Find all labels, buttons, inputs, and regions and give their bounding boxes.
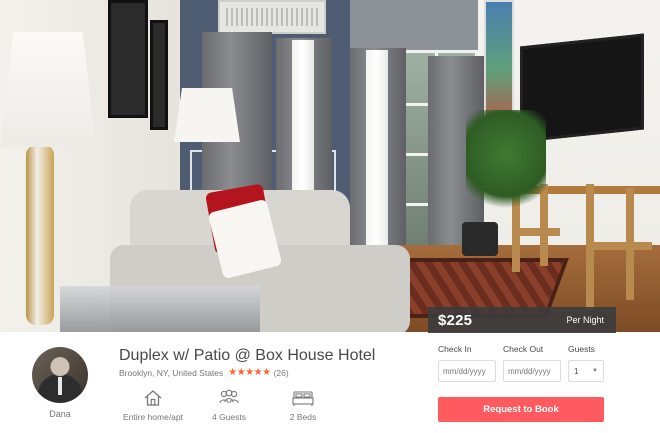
check-out-label: Check Out — [503, 344, 544, 354]
guests-select[interactable]: 1 ▼ — [568, 360, 604, 382]
host-profile[interactable]: Dana — [30, 347, 90, 419]
listing-photo[interactable] — [0, 0, 660, 332]
listing-page: $225 Per Night Dana Duplex w/ Patio @ Bo… — [0, 0, 660, 433]
check-in-label: Check In — [438, 344, 472, 354]
nightly-price: $225 — [438, 311, 473, 329]
listing-meta: Brooklyn, NY, United States ★★★★★ (26) — [119, 367, 289, 378]
guests-value: 1 — [574, 366, 579, 376]
price-banner: $225 Per Night — [428, 307, 616, 333]
listing-location[interactable]: Brooklyn, NY, United States — [119, 368, 223, 378]
amenity-summary: Entire home/apt 4 Guests 2 Beds — [119, 388, 341, 422]
review-count[interactable]: (26) — [274, 368, 289, 378]
check-in-input[interactable] — [438, 360, 496, 382]
home-icon — [119, 388, 187, 408]
price-period: Per Night — [566, 315, 604, 325]
request-to-book-button[interactable]: Request to Book — [438, 397, 604, 422]
bed-icon — [267, 388, 339, 408]
check-out-input[interactable] — [503, 360, 561, 382]
star-rating: ★★★★★ — [228, 367, 271, 378]
amenity-beds: 2 Beds — [267, 388, 339, 422]
amenity-room-type: Entire home/apt — [119, 388, 187, 422]
booking-form: Check In Check Out Guests 1 ▼ — [438, 344, 604, 382]
guests-icon — [193, 388, 265, 408]
host-avatar[interactable] — [32, 347, 88, 403]
amenity-label: 4 Guests — [211, 412, 247, 422]
chevron-down-icon: ▼ — [592, 368, 598, 374]
host-name[interactable]: Dana — [30, 409, 90, 419]
amenity-label: Entire home/apt — [122, 412, 183, 422]
guests-label: Guests — [568, 344, 595, 354]
amenity-guests: 4 Guests — [193, 388, 265, 422]
amenity-label: 2 Beds — [289, 412, 317, 422]
listing-title: Duplex w/ Patio @ Box House Hotel — [119, 347, 376, 364]
